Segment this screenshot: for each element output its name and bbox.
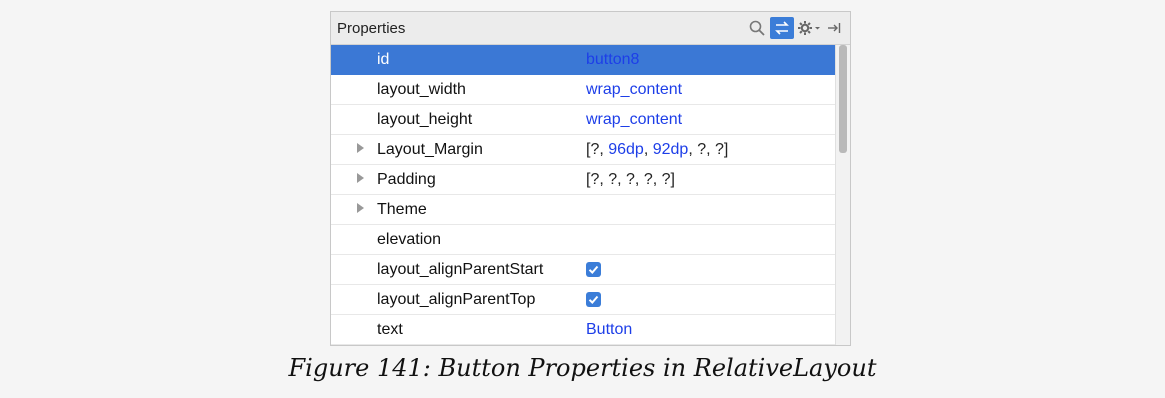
panel-toolbar [744,17,842,39]
expand-arrow-icon[interactable] [357,173,364,183]
property-row-elevation[interactable]: elevation [331,225,835,255]
property-value[interactable]: wrap_content [586,81,682,99]
property-name: layout_alignParentStart [377,261,544,278]
figure-caption: Figure 141: Button Properties in Relativ… [288,354,877,382]
pin-to-side-icon[interactable] [826,17,842,39]
property-name: layout_height [377,111,473,128]
property-row-theme[interactable]: Theme [331,195,835,225]
expand-arrow-icon[interactable] [357,143,364,153]
expand-arrow-icon[interactable] [357,203,364,213]
property-row-layout-margin[interactable]: Layout_Margin [?, 96dp, 92dp, ?, ?] [331,135,835,165]
property-name: layout_alignParentTop [377,291,536,308]
checkmark-icon [588,295,599,304]
value-part-margin-right: 92dp [652,141,689,158]
property-value[interactable]: Button [586,321,632,339]
property-name: Theme [377,201,427,218]
checkmark-icon [588,265,599,274]
property-row-text[interactable]: text Button [331,315,835,345]
vertical-scrollbar[interactable] [835,45,850,345]
gear-dropdown-icon[interactable] [798,17,822,39]
property-value[interactable]: [?, 96dp, 92dp, ?, ?] [586,141,728,159]
search-icon[interactable] [748,17,766,39]
property-row-id[interactable]: id button8 [331,45,835,75]
property-value[interactable]: wrap_content [586,111,682,129]
properties-table: id button8 layout_width wrap_content lay… [331,45,835,345]
property-name: Padding [377,171,436,188]
panel-header: Properties [331,12,850,45]
property-row-layout-align-parent-top[interactable]: layout_alignParentTop [331,285,835,315]
property-name: text [377,321,403,338]
sync-icon[interactable] [770,17,794,39]
property-name: Layout_Margin [377,141,483,158]
value-part-margin-top: 96dp [608,141,644,158]
property-value[interactable]: button8 [586,51,639,69]
value-part: , ?, ?] [688,141,729,158]
property-row-layout-width[interactable]: layout_width wrap_content [331,75,835,105]
panel-title: Properties [337,20,406,37]
scrollbar-thumb[interactable] [839,45,847,153]
property-row-layout-align-parent-start[interactable]: layout_alignParentStart [331,255,835,285]
property-name: id [377,51,390,68]
value-part: [?, [586,141,609,158]
checkbox-checked[interactable] [586,292,601,307]
checkbox-checked[interactable] [586,262,601,277]
property-value[interactable]: [?, ?, ?, ?, ?] [586,171,675,189]
property-name: elevation [377,231,442,248]
property-row-layout-height[interactable]: layout_height wrap_content [331,105,835,135]
properties-panel: Properties id button8 layout_width wrap_… [330,11,851,346]
property-name: layout_width [377,81,466,98]
property-row-padding[interactable]: Padding [?, ?, ?, ?, ?] [331,165,835,195]
value-part: , [643,141,653,158]
